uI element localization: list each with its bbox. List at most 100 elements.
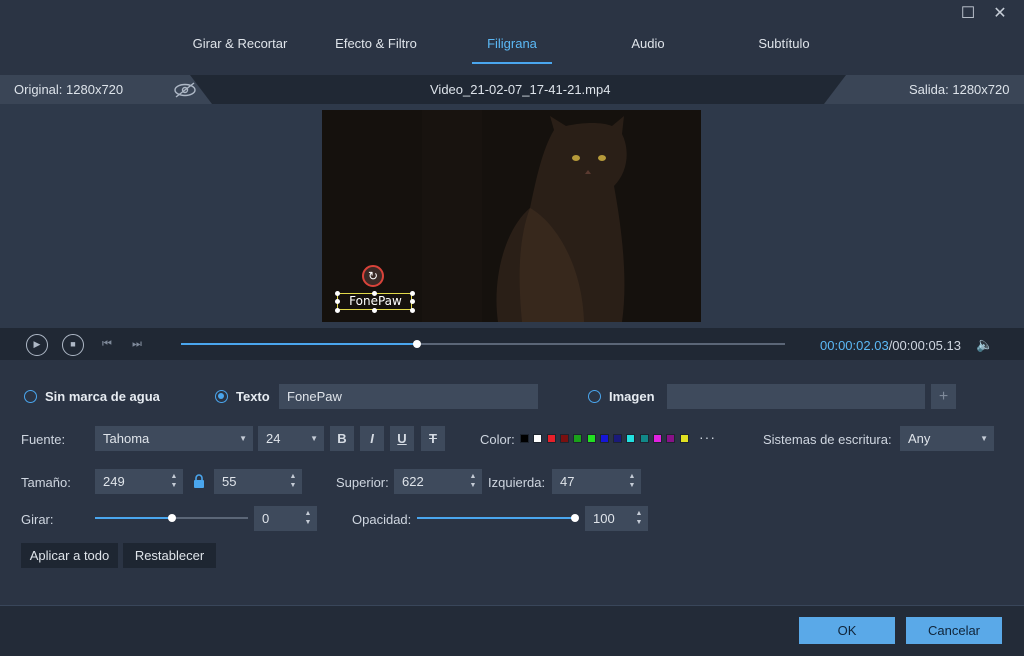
font-family-select[interactable]: Tahoma ▼ — [95, 426, 253, 451]
resize-handle[interactable] — [410, 291, 415, 296]
stepper-arrows-icon[interactable]: ▲ ▼ — [468, 472, 478, 491]
more-colors-button[interactable]: ··· — [699, 429, 716, 445]
color-swatch[interactable] — [559, 434, 569, 443]
left-value: 47 — [560, 474, 575, 489]
rotate-slider[interactable] — [95, 514, 248, 522]
active-tab-indicator — [472, 62, 552, 64]
progress-knob[interactable] — [412, 340, 421, 348]
resize-handle[interactable] — [410, 308, 415, 313]
next-frame-icon[interactable]: ⏭ — [129, 336, 145, 352]
play-icon[interactable]: ▶ — [26, 334, 48, 356]
watermark-rotate-handle[interactable]: ↻ — [362, 265, 384, 287]
italic-button[interactable]: I — [360, 426, 384, 451]
top-stepper[interactable]: 622 ▲ ▼ — [394, 469, 482, 494]
image-watermark-radio[interactable] — [588, 390, 601, 403]
color-swatch[interactable] — [599, 434, 609, 443]
opacity-label: Opacidad: — [352, 512, 412, 527]
opacity-value: 100 — [593, 511, 615, 526]
underline-button[interactable]: U — [390, 426, 414, 451]
color-swatch[interactable] — [626, 434, 636, 443]
eye-hidden-icon[interactable] — [172, 81, 198, 98]
no-watermark-label: Sin marca de agua — [45, 389, 160, 404]
color-swatch[interactable] — [679, 434, 689, 443]
text-watermark-label: Texto — [236, 389, 270, 404]
color-swatch[interactable] — [533, 434, 543, 443]
watermark-overlay-text: FonePaw — [349, 294, 402, 308]
resize-handle[interactable] — [410, 299, 415, 304]
rotate-slider-fill — [95, 517, 172, 519]
color-swatch[interactable] — [520, 434, 529, 443]
tab-watermark[interactable]: Filigrana — [472, 30, 552, 66]
stepper-arrows-icon[interactable]: ▲ ▼ — [288, 472, 298, 491]
volume-icon[interactable]: 🔈 — [976, 336, 993, 353]
rotate-label: Girar: — [21, 512, 54, 527]
color-swatch[interactable] — [573, 434, 583, 443]
stop-icon[interactable]: ■ — [62, 334, 84, 356]
watermark-image-input[interactable] — [667, 384, 925, 409]
output-resolution: Salida: 1280x720 — [909, 82, 1010, 97]
font-size-select[interactable]: 24 ▼ — [258, 426, 324, 451]
color-swatch[interactable] — [653, 434, 662, 443]
bold-button[interactable]: B — [330, 426, 354, 451]
watermark-text-input[interactable]: FonePaw — [279, 384, 538, 409]
rotate-slider-knob[interactable] — [167, 514, 176, 522]
image-watermark-label: Imagen — [609, 389, 655, 404]
chevron-down-icon: ▼ — [239, 434, 247, 443]
resize-handle[interactable] — [372, 308, 377, 313]
strikethrough-button[interactable]: T — [421, 426, 445, 451]
resize-handle[interactable] — [335, 291, 340, 296]
chevron-down-icon: ▼ — [980, 434, 988, 443]
opacity-slider[interactable] — [417, 514, 579, 522]
left-stepper[interactable]: 47 ▲ ▼ — [552, 469, 641, 494]
video-preview — [322, 110, 701, 322]
width-stepper[interactable]: 249 ▲ ▼ — [95, 469, 183, 494]
resize-handle[interactable] — [372, 291, 377, 296]
reset-button[interactable]: Restablecer — [123, 543, 216, 568]
opacity-slider-knob[interactable] — [571, 514, 579, 522]
previous-frame-icon[interactable]: ⏮ — [99, 336, 115, 352]
color-swatch[interactable] — [546, 434, 556, 443]
opacity-stepper[interactable]: 100 ▲ ▼ — [585, 506, 648, 531]
stepper-arrows-icon[interactable]: ▲ ▼ — [169, 472, 179, 491]
chevron-down-icon: ▼ — [310, 434, 318, 443]
writing-system-select[interactable]: Any ▼ — [900, 426, 994, 451]
resize-handle[interactable] — [335, 308, 340, 313]
tab-rotate-crop[interactable]: Girar & Recortar — [180, 30, 300, 66]
font-size-value: 24 — [266, 431, 281, 446]
player-bar: ▶ ■ ⏮ ⏭ 00:00:02.03/00:00:05.13 🔈 — [0, 328, 1024, 360]
close-icon[interactable]: ✕ — [990, 4, 1010, 24]
text-watermark-radio[interactable] — [215, 390, 228, 403]
progress-track[interactable] — [181, 340, 785, 348]
size-label: Tamaño: — [21, 475, 71, 490]
stepper-arrows-icon[interactable]: ▲ ▼ — [303, 509, 313, 528]
tab-effect-filter[interactable]: Efecto & Filtro — [320, 30, 432, 66]
lock-icon[interactable] — [193, 474, 205, 488]
opacity-slider-fill — [417, 517, 575, 519]
maximize-icon[interactable]: ☐ — [958, 4, 978, 24]
add-image-button[interactable]: + — [931, 384, 956, 409]
color-swatch[interactable] — [586, 434, 596, 443]
no-watermark-radio[interactable] — [24, 390, 37, 403]
apply-to-all-button[interactable]: Aplicar a todo — [21, 543, 118, 568]
rotate-stepper[interactable]: 0 ▲ ▼ — [254, 506, 317, 531]
original-resolution: Original: 1280x720 — [14, 82, 124, 97]
resize-handle[interactable] — [335, 299, 340, 304]
font-family-value: Tahoma — [103, 431, 150, 446]
total-time: /00:00:05.13 — [888, 338, 961, 353]
tab-audio[interactable]: Audio — [612, 30, 684, 66]
stepper-arrows-icon[interactable]: ▲ ▼ — [634, 509, 644, 528]
cat-image — [322, 110, 701, 322]
top-label: Superior: — [336, 475, 389, 490]
stepper-arrows-icon[interactable]: ▲ ▼ — [627, 472, 637, 491]
color-swatch[interactable] — [613, 434, 623, 443]
cancel-button[interactable]: Cancelar — [906, 617, 1002, 644]
writing-system-label: Sistemas de escritura: — [763, 432, 892, 447]
height-stepper[interactable]: 55 ▲ ▼ — [214, 469, 302, 494]
tab-subtitle[interactable]: Subtítulo — [740, 30, 828, 66]
ok-button[interactable]: OK — [799, 617, 895, 644]
video-filename: Video_21-02-07_17-41-21.mp4 — [430, 82, 611, 97]
color-swatch[interactable] — [666, 434, 676, 443]
rotate-value: 0 — [262, 511, 270, 526]
color-swatch[interactable] — [639, 434, 649, 443]
tab-bar: Girar & Recortar Efecto & Filtro Filigra… — [0, 30, 1024, 66]
